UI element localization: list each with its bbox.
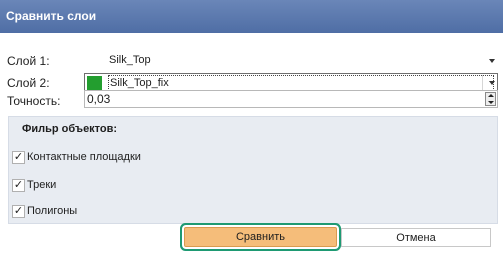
chevron-down-icon[interactable] — [489, 59, 495, 63]
compare-button[interactable]: Сравнить — [184, 227, 337, 247]
filter-item-label: Полигоны — [27, 205, 78, 217]
spin-down-icon[interactable] — [488, 101, 494, 104]
layer2-value: Silk_Top_fix — [108, 75, 494, 91]
precision-value: 0,03 — [87, 92, 111, 106]
combo-divider — [482, 75, 483, 91]
layer2-label: Слой 2: — [7, 76, 50, 90]
filter-item-label: Контактные площадки — [27, 151, 141, 163]
checkbox-checked-icon[interactable]: ✓ — [12, 179, 25, 192]
layer1-label: Слой 1: — [7, 54, 50, 68]
cancel-button[interactable]: Отмена — [341, 228, 491, 247]
layer1-value: Silk_Top — [109, 54, 151, 66]
spin-up-icon[interactable] — [488, 94, 494, 97]
checkbox-checked-icon[interactable]: ✓ — [12, 205, 25, 218]
window-title: Сравнить слои — [0, 0, 503, 33]
checkbox-checked-icon[interactable]: ✓ — [12, 151, 25, 164]
precision-spinner[interactable]: 0,03 — [84, 90, 498, 108]
spinner-buttons[interactable] — [485, 92, 496, 106]
layer1-combo[interactable]: Silk_Top — [84, 51, 498, 71]
object-filter-title: Фильр объектов: — [22, 123, 118, 135]
filter-item-label: Треки — [27, 179, 57, 191]
chevron-down-icon[interactable] — [489, 81, 495, 85]
precision-label: Точность: — [7, 94, 61, 108]
layer-color-swatch — [87, 76, 102, 91]
object-filter-group: Фильр объектов: ✓ Контактные площадки ✓ … — [8, 116, 498, 224]
